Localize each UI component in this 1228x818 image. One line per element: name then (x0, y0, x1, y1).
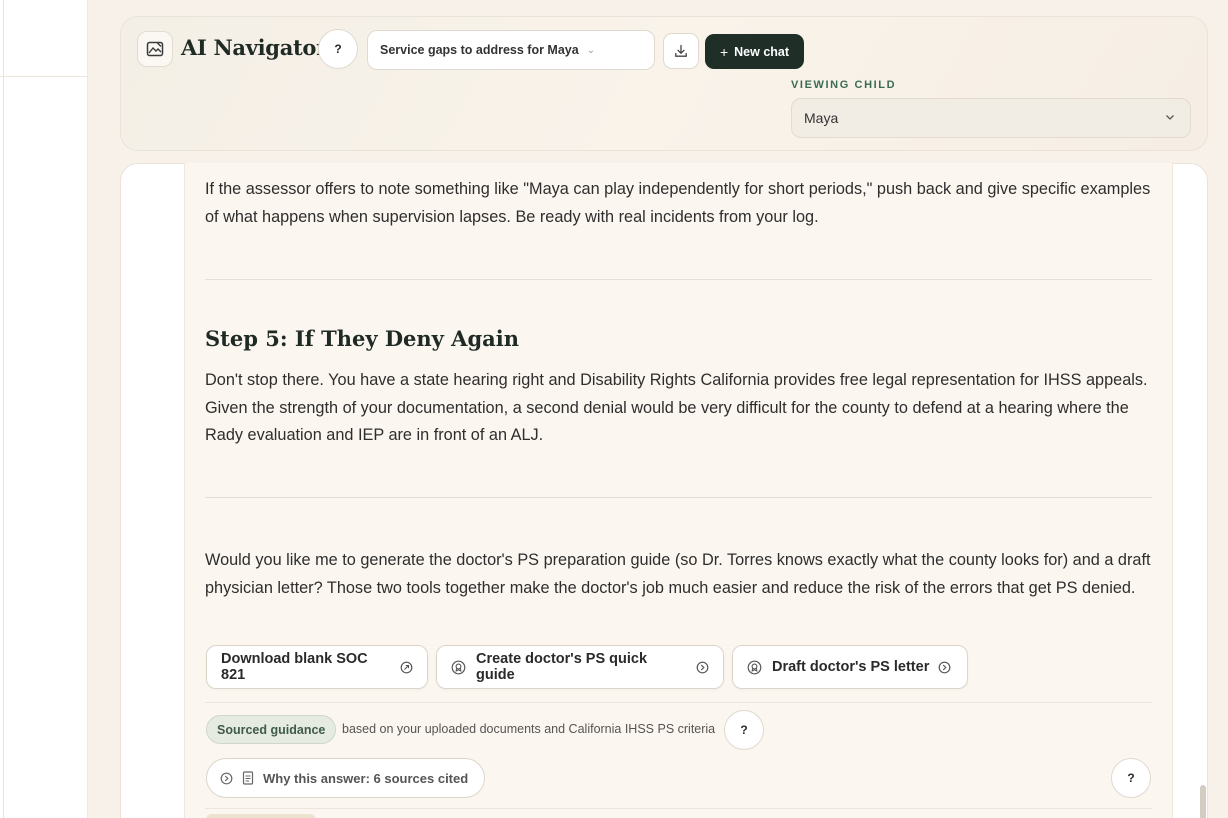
followup-paragraph: Would you like me to generate the doctor… (205, 551, 1151, 597)
section-divider (205, 279, 1152, 280)
sparkle-icon (747, 660, 762, 674)
section-divider (205, 497, 1152, 498)
why-this-answer-button[interactable]: Why this answer: 6 sources cited (206, 758, 485, 798)
sidebar-edge (3, 0, 4, 818)
help-icon: ? (740, 723, 748, 737)
new-chat-button[interactable]: + New chat (705, 34, 804, 69)
assessor-paragraph: If the assessor offers to note something… (205, 180, 1151, 226)
help-icon: ? (1127, 771, 1135, 785)
download-soc-821-button[interactable]: Download blank SOC 821 (206, 645, 428, 689)
download-button[interactable] (663, 33, 699, 69)
document-icon (242, 771, 254, 785)
chevron-circle-icon (220, 772, 233, 784)
download-icon (675, 44, 687, 57)
next-badge (206, 814, 316, 818)
sparkle-icon (451, 660, 466, 674)
row-divider (205, 808, 1152, 809)
sidebar-divider (0, 76, 88, 77)
conversation-select[interactable]: Service gaps to address for Maya ⌄ (367, 30, 655, 70)
plus-icon: + (719, 43, 729, 60)
viewing-child-label: VIEWING CHILD (791, 79, 897, 91)
arrow-circle-icon (938, 661, 951, 673)
child-select[interactable]: Maya (791, 98, 1191, 138)
draft-ps-letter-button[interactable]: Draft doctor's PS letter (732, 645, 968, 689)
map-icon[interactable] (137, 31, 173, 67)
step-5-heading: Step 5: If They Deny Again (205, 326, 520, 351)
header-card: AI Navigator ? Service gaps to address f… (120, 16, 1208, 151)
arrow-circle-icon (696, 661, 709, 673)
left-sidebar (0, 0, 88, 818)
action-label: Download blank SOC 821 (221, 651, 368, 683)
conversation-select-value: Service gaps to address for Maya (380, 43, 579, 57)
app-title: AI Navigator (181, 35, 327, 60)
chevron-down-icon (1166, 115, 1174, 120)
help-button[interactable]: ? (318, 29, 358, 69)
chevron-down-icon: ⌄ (586, 44, 596, 56)
sourced-guidance-text: based on your uploaded documents and Cal… (342, 722, 716, 736)
row-divider (205, 702, 1152, 703)
new-chat-label: New chat (734, 44, 790, 59)
scrollbar-thumb[interactable] (1200, 785, 1206, 818)
create-ps-quick-guide-button[interactable]: Create doctor's PS quick guide (436, 645, 724, 689)
external-link-icon (400, 661, 413, 673)
action-label: Draft doctor's PS letter (772, 659, 930, 675)
why-this-answer-label: Why this answer: 6 sources cited (263, 770, 469, 786)
step-5-paragraph: Don't stop there. You have a state heari… (205, 371, 1148, 444)
help-icon: ? (334, 42, 342, 56)
answer-help-button[interactable]: ? (1111, 758, 1151, 798)
sourced-help-button[interactable]: ? (724, 710, 764, 750)
action-label: Create doctor's PS quick guide (476, 651, 648, 683)
child-select-value: Maya (804, 110, 839, 126)
sourced-guidance-badge: Sourced guidance (206, 715, 337, 744)
